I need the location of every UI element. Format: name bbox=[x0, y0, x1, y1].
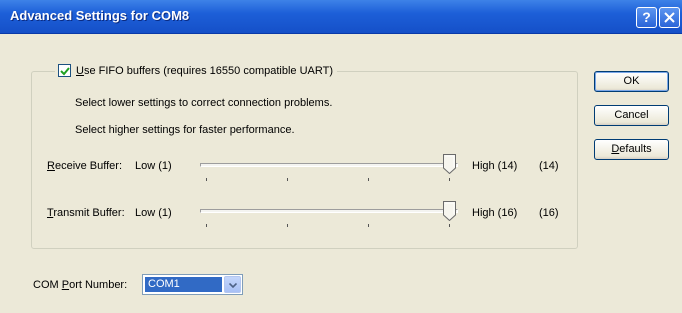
transmit-tick bbox=[449, 224, 450, 227]
hint-lower: Select lower settings to correct connect… bbox=[75, 97, 333, 109]
com-port-selected-value: COM1 bbox=[145, 277, 222, 292]
defaults-button[interactable]: Defaults bbox=[594, 139, 669, 160]
close-button[interactable] bbox=[659, 7, 680, 28]
receive-buffer-label: Receive Buffer: bbox=[47, 160, 123, 172]
transmit-tick bbox=[206, 224, 207, 227]
transmit-high-label: High (16) bbox=[472, 207, 518, 219]
receive-tick bbox=[368, 178, 369, 181]
com-port-dropdown-button[interactable] bbox=[224, 276, 241, 293]
fifo-checkbox-row[interactable]: Use FIFO buffers (requires 16550 compati… bbox=[55, 64, 337, 77]
com-port-label: COM Port Number: bbox=[33, 279, 128, 291]
help-icon: ? bbox=[642, 9, 651, 25]
transmit-tick bbox=[287, 224, 288, 227]
fifo-checkbox[interactable] bbox=[58, 64, 71, 77]
receive-slider-thumb[interactable] bbox=[443, 154, 456, 174]
transmit-slider-track[interactable] bbox=[200, 209, 458, 213]
receive-tick bbox=[449, 178, 450, 181]
title-bar[interactable]: Advanced Settings for COM8 ? bbox=[0, 0, 682, 34]
transmit-buffer-label: Transmit Buffer: bbox=[47, 207, 125, 219]
com-port-dropdown[interactable]: COM1 bbox=[142, 274, 243, 295]
hint-higher: Select higher settings for faster perfor… bbox=[75, 124, 295, 136]
receive-tick bbox=[287, 178, 288, 181]
transmit-low-label: Low (1) bbox=[135, 207, 172, 219]
receive-value: (14) bbox=[539, 160, 559, 172]
help-button[interactable]: ? bbox=[636, 7, 657, 28]
receive-tick bbox=[206, 178, 207, 181]
fifo-checkbox-label: Use FIFO buffers (requires 16550 compati… bbox=[76, 64, 333, 77]
cancel-button[interactable]: Cancel bbox=[594, 105, 669, 126]
chevron-down-icon bbox=[229, 283, 237, 288]
receive-slider-track[interactable] bbox=[200, 163, 458, 167]
transmit-tick bbox=[368, 224, 369, 227]
window-title: Advanced Settings for COM8 bbox=[10, 8, 190, 23]
close-icon bbox=[664, 12, 675, 23]
receive-low-label: Low (1) bbox=[135, 160, 172, 172]
checkmark-icon bbox=[60, 67, 70, 76]
transmit-slider-thumb[interactable] bbox=[443, 201, 456, 221]
transmit-value: (16) bbox=[539, 207, 559, 219]
ok-button[interactable]: OK bbox=[594, 71, 669, 92]
receive-high-label: High (14) bbox=[472, 160, 518, 172]
